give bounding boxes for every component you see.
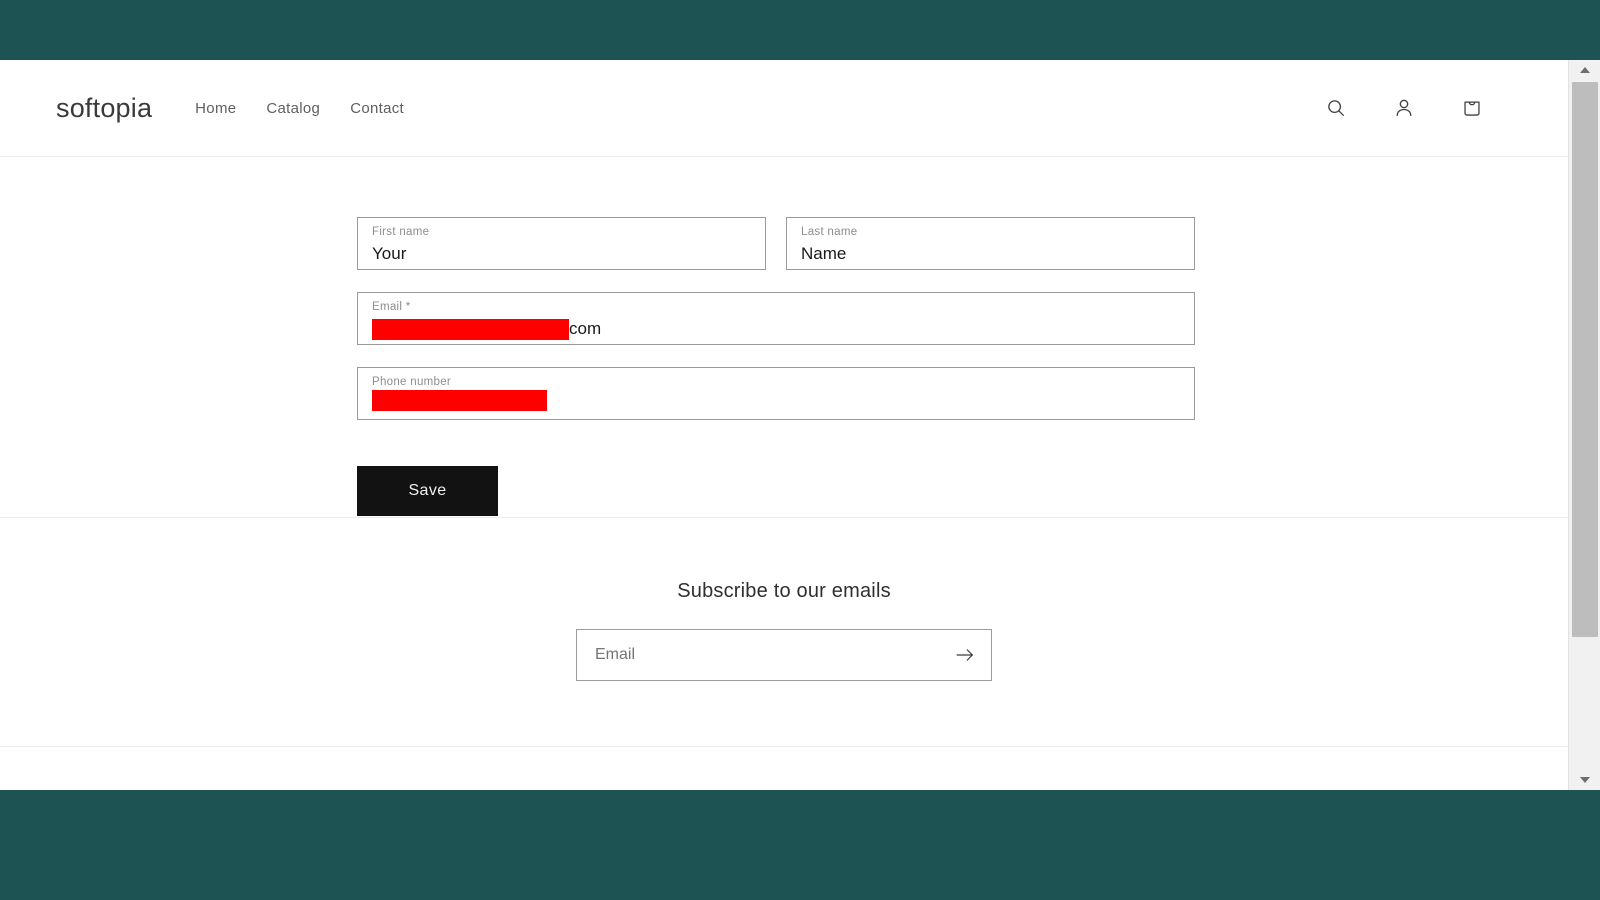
phone-number-label: Phone number <box>372 376 452 388</box>
last-name-label: Last name <box>801 226 858 238</box>
name-field-row: First name Your Last name Name <box>357 217 1195 270</box>
newsletter-email-input[interactable] <box>577 630 939 680</box>
newsletter-section: Subscribe to our emails <box>0 518 1568 747</box>
scroll-up-button[interactable] <box>1569 60 1600 80</box>
first-name-field[interactable]: First name Your <box>357 217 766 270</box>
scrollbar-thumb[interactable] <box>1572 82 1598 637</box>
phone-number-value <box>372 390 1180 411</box>
bottom-background-band <box>0 810 1600 900</box>
nav-link-catalog[interactable]: Catalog <box>266 100 320 117</box>
main-navigation: Home Catalog Contact <box>195 100 404 117</box>
phone-field-row: Phone number <box>357 367 1195 420</box>
email-field-row: Email * com <box>357 292 1195 345</box>
first-name-value: Your <box>372 244 407 263</box>
arrow-right-icon <box>956 649 973 661</box>
footer-spacer <box>0 747 1568 790</box>
header-actions <box>1314 86 1512 130</box>
nav-link-contact[interactable]: Contact <box>350 100 404 117</box>
chevron-down-icon <box>1580 777 1590 783</box>
site-header: softopia Home Catalog Contact <box>0 60 1568 157</box>
email-label: Email * <box>372 301 411 313</box>
last-name-field[interactable]: Last name Name <box>786 217 1195 270</box>
phone-number-field[interactable]: Phone number <box>357 367 1195 420</box>
phone-redaction-bar <box>372 390 547 411</box>
search-icon <box>1328 100 1344 116</box>
top-background-band <box>0 0 1600 60</box>
account-icon <box>1396 99 1412 117</box>
cart-button[interactable] <box>1450 86 1494 130</box>
chevron-up-icon <box>1580 67 1590 73</box>
search-button[interactable] <box>1314 86 1358 130</box>
newsletter-title: Subscribe to our emails <box>677 580 891 602</box>
page-viewport: softopia Home Catalog Contact First name… <box>0 60 1568 790</box>
brand-logo[interactable]: softopia <box>56 93 152 124</box>
last-name-value: Name <box>801 244 847 263</box>
email-field[interactable]: Email * com <box>357 292 1195 345</box>
scroll-down-button[interactable] <box>1569 770 1600 790</box>
nav-link-home[interactable]: Home <box>195 100 236 117</box>
newsletter-form <box>576 629 992 681</box>
vertical-scrollbar[interactable] <box>1568 60 1600 790</box>
account-form-section: First name Your Last name Name Email * c… <box>0 157 1568 518</box>
email-value: com <box>372 315 1180 343</box>
account-button[interactable] <box>1382 86 1426 130</box>
first-name-label: First name <box>372 226 430 238</box>
email-redaction-bar <box>372 318 569 340</box>
cart-icon <box>1464 101 1480 116</box>
account-form: First name Your Last name Name Email * c… <box>357 217 1195 516</box>
save-button[interactable]: Save <box>357 466 498 516</box>
newsletter-submit-button[interactable] <box>939 630 991 680</box>
email-value-suffix: com <box>569 319 602 338</box>
